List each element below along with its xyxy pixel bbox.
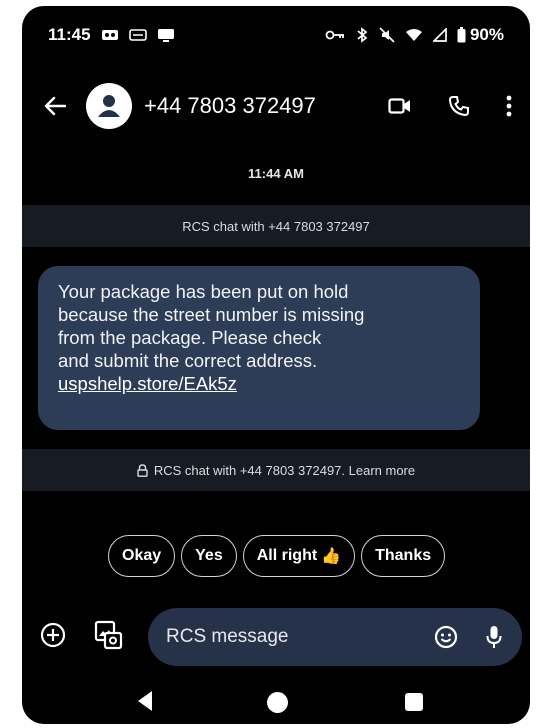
person-icon (98, 95, 120, 117)
signal-icon (432, 28, 447, 42)
lock-icon (137, 463, 148, 477)
emoji-icon[interactable] (434, 625, 458, 649)
message-line-2: because the street number is missing (58, 304, 365, 325)
contact-name[interactable]: +44 7803 372497 (144, 93, 316, 119)
message-link[interactable]: uspshelp.store/EAk5z (58, 372, 460, 395)
contact-avatar[interactable] (86, 83, 132, 129)
add-attachment-icon[interactable] (40, 622, 66, 648)
smart-reply-yes[interactable]: Yes (181, 535, 237, 577)
rcs-banner-top-text: RCS chat with +44 7803 372497 (182, 218, 370, 234)
thumbs-up-icon: 👍 (321, 548, 342, 565)
smart-reply-okay[interactable]: Okay (108, 535, 176, 577)
key-icon (325, 29, 345, 41)
gallery-icon[interactable] (94, 620, 124, 650)
battery-icon (457, 27, 466, 43)
incoming-message-bubble[interactable]: Your package has been put on hold becaus… (38, 266, 480, 430)
phone-screen: 11:45 90% +44 7803 372497 11:44 AM RCS c… (22, 6, 530, 724)
phone-icon[interactable] (448, 95, 470, 117)
message-timestamp: 11:44 AM (248, 166, 304, 181)
nav-recents-icon[interactable] (405, 693, 423, 711)
mute-icon (379, 27, 395, 43)
smart-reply-label: All right (256, 547, 318, 564)
more-vert-icon[interactable] (506, 95, 512, 117)
smart-reply-label: Thanks (375, 547, 432, 564)
rcs-banner-bottom-text: RCS chat with +44 7803 372497. Learn mor… (153, 462, 416, 478)
wifi-icon (405, 28, 423, 42)
microphone-icon[interactable] (486, 625, 502, 649)
video-call-icon[interactable] (388, 97, 412, 115)
battery-percent: 90% (469, 25, 504, 44)
message-line-3: from the package. Please check (58, 327, 322, 348)
voicemail-icon (128, 29, 147, 41)
status-bar: 11:45 90% (22, 6, 530, 64)
message-input-placeholder: RCS message (166, 626, 289, 647)
app-bar: +44 7803 372497 (22, 76, 530, 136)
rcs-banner-bottom[interactable]: RCS chat with +44 7803 372497. Learn mor… (22, 449, 530, 491)
smart-reply-label: Yes (195, 547, 223, 564)
message-line-1: Your package has been put on hold (58, 281, 349, 302)
nav-back-icon[interactable] (136, 690, 154, 712)
nav-home-icon[interactable] (267, 692, 288, 713)
smart-reply-row: Okay Yes All right 👍 Thanks (108, 535, 446, 577)
smart-reply-all-right[interactable]: All right 👍 (242, 535, 356, 577)
rcs-banner-top: RCS chat with +44 7803 372497 (22, 205, 530, 247)
screen-icon (157, 28, 175, 42)
bluetooth-icon (355, 27, 369, 43)
message-line-4: and submit the correct address. (58, 350, 318, 371)
composer-row: RCS message (22, 608, 530, 666)
cast-icon (101, 28, 119, 42)
message-input[interactable]: RCS message (148, 608, 522, 666)
status-time: 11:45 (48, 25, 91, 44)
system-nav-bar (22, 682, 530, 724)
smart-reply-thanks[interactable]: Thanks (361, 535, 446, 577)
back-arrow-icon[interactable] (44, 96, 66, 116)
smart-reply-label: Okay (122, 547, 162, 564)
